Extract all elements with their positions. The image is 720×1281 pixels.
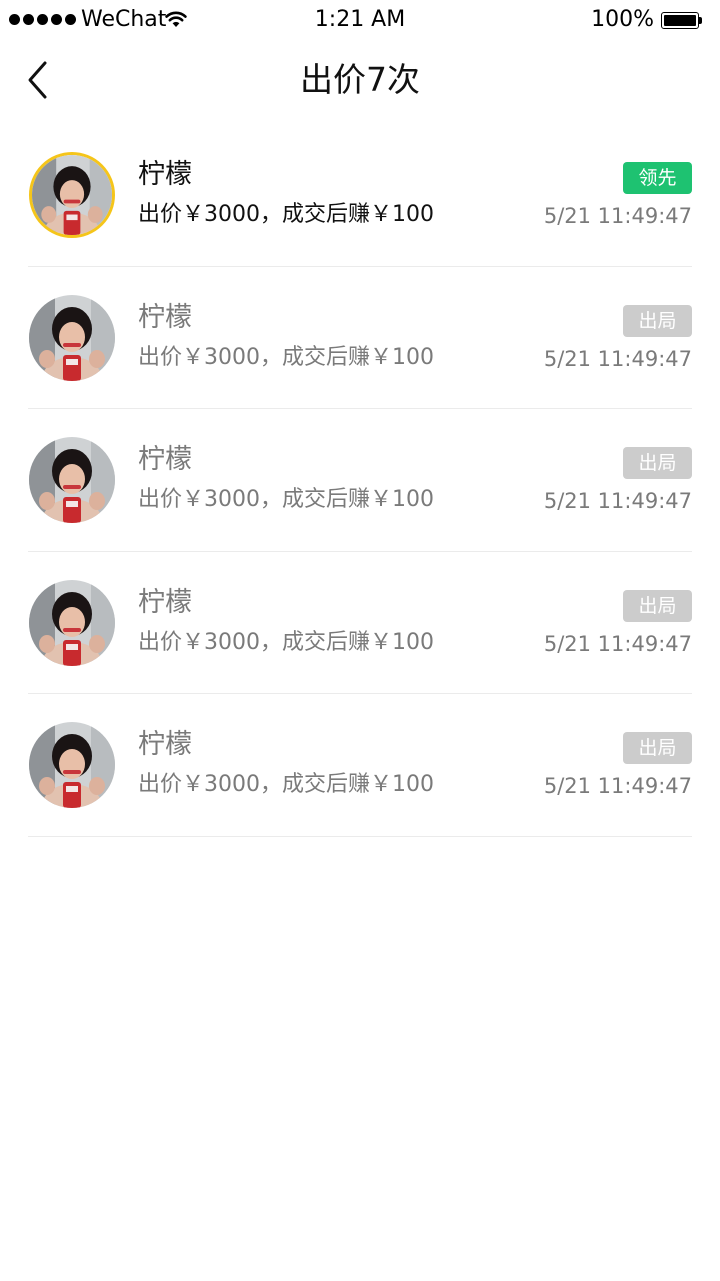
- bid-list: 柠檬 出价￥3000，成交后赚￥100 领先 5/21 11:49:47 柠檬 …: [0, 124, 720, 837]
- bidder-name: 柠檬: [138, 729, 192, 760]
- bid-row[interactable]: 柠檬 出价￥3000，成交后赚￥100 出局 5/21 11:49:47: [28, 552, 692, 694]
- status-bar: WeChat 1:21 AM 100%: [0, 0, 720, 40]
- page-title: 出价7次: [300, 60, 420, 99]
- battery-icon: [661, 12, 702, 29]
- bid-row[interactable]: 柠檬 出价￥3000，成交后赚￥100 出局 5/21 11:49:47: [28, 694, 692, 837]
- bid-time: 5/21 11:49:47: [543, 346, 692, 371]
- avatar: [29, 152, 115, 238]
- avatar: [29, 437, 115, 523]
- avatar: [29, 294, 115, 381]
- bidder-name: 柠檬: [138, 586, 192, 618]
- bid-time: 5/21 11:49:47: [543, 631, 692, 656]
- bid-description: 出价￥3000，成交后赚￥100: [138, 487, 434, 512]
- battery-percent: 100%: [591, 7, 654, 32]
- bidder-name: 柠檬: [138, 444, 192, 475]
- status-badge: 领先: [623, 162, 692, 194]
- status-badge: 出局: [623, 732, 692, 764]
- bid-description: 出价￥3000，成交后赚￥100: [138, 772, 434, 797]
- bid-time: 5/21 11:49:47: [543, 774, 692, 798]
- status-badge: 出局: [623, 589, 692, 622]
- avatar: [29, 579, 115, 666]
- nav-bar: 出价7次: [0, 40, 720, 124]
- status-badge: 出局: [623, 304, 692, 337]
- bid-time: 5/21 11:49:47: [543, 204, 692, 228]
- bid-row[interactable]: 柠檬 出价￥3000，成交后赚￥100 领先 5/21 11:49:47: [28, 124, 692, 267]
- bid-row[interactable]: 柠檬 出价￥3000，成交后赚￥100 出局 5/21 11:49:47: [28, 409, 692, 552]
- bid-time: 5/21 11:49:47: [543, 489, 692, 513]
- status-badge: 出局: [623, 447, 692, 479]
- bid-description: 出价￥3000，成交后赚￥100: [138, 629, 434, 655]
- bidder-name: 柠檬: [138, 159, 192, 190]
- bidder-name: 柠檬: [138, 301, 192, 333]
- bid-description: 出价￥3000，成交后赚￥100: [138, 344, 434, 370]
- avatar: [29, 722, 115, 808]
- bid-description: 出价￥3000，成交后赚￥100: [138, 202, 434, 227]
- bid-row[interactable]: 柠檬 出价￥3000，成交后赚￥100 出局 5/21 11:49:47: [28, 267, 692, 409]
